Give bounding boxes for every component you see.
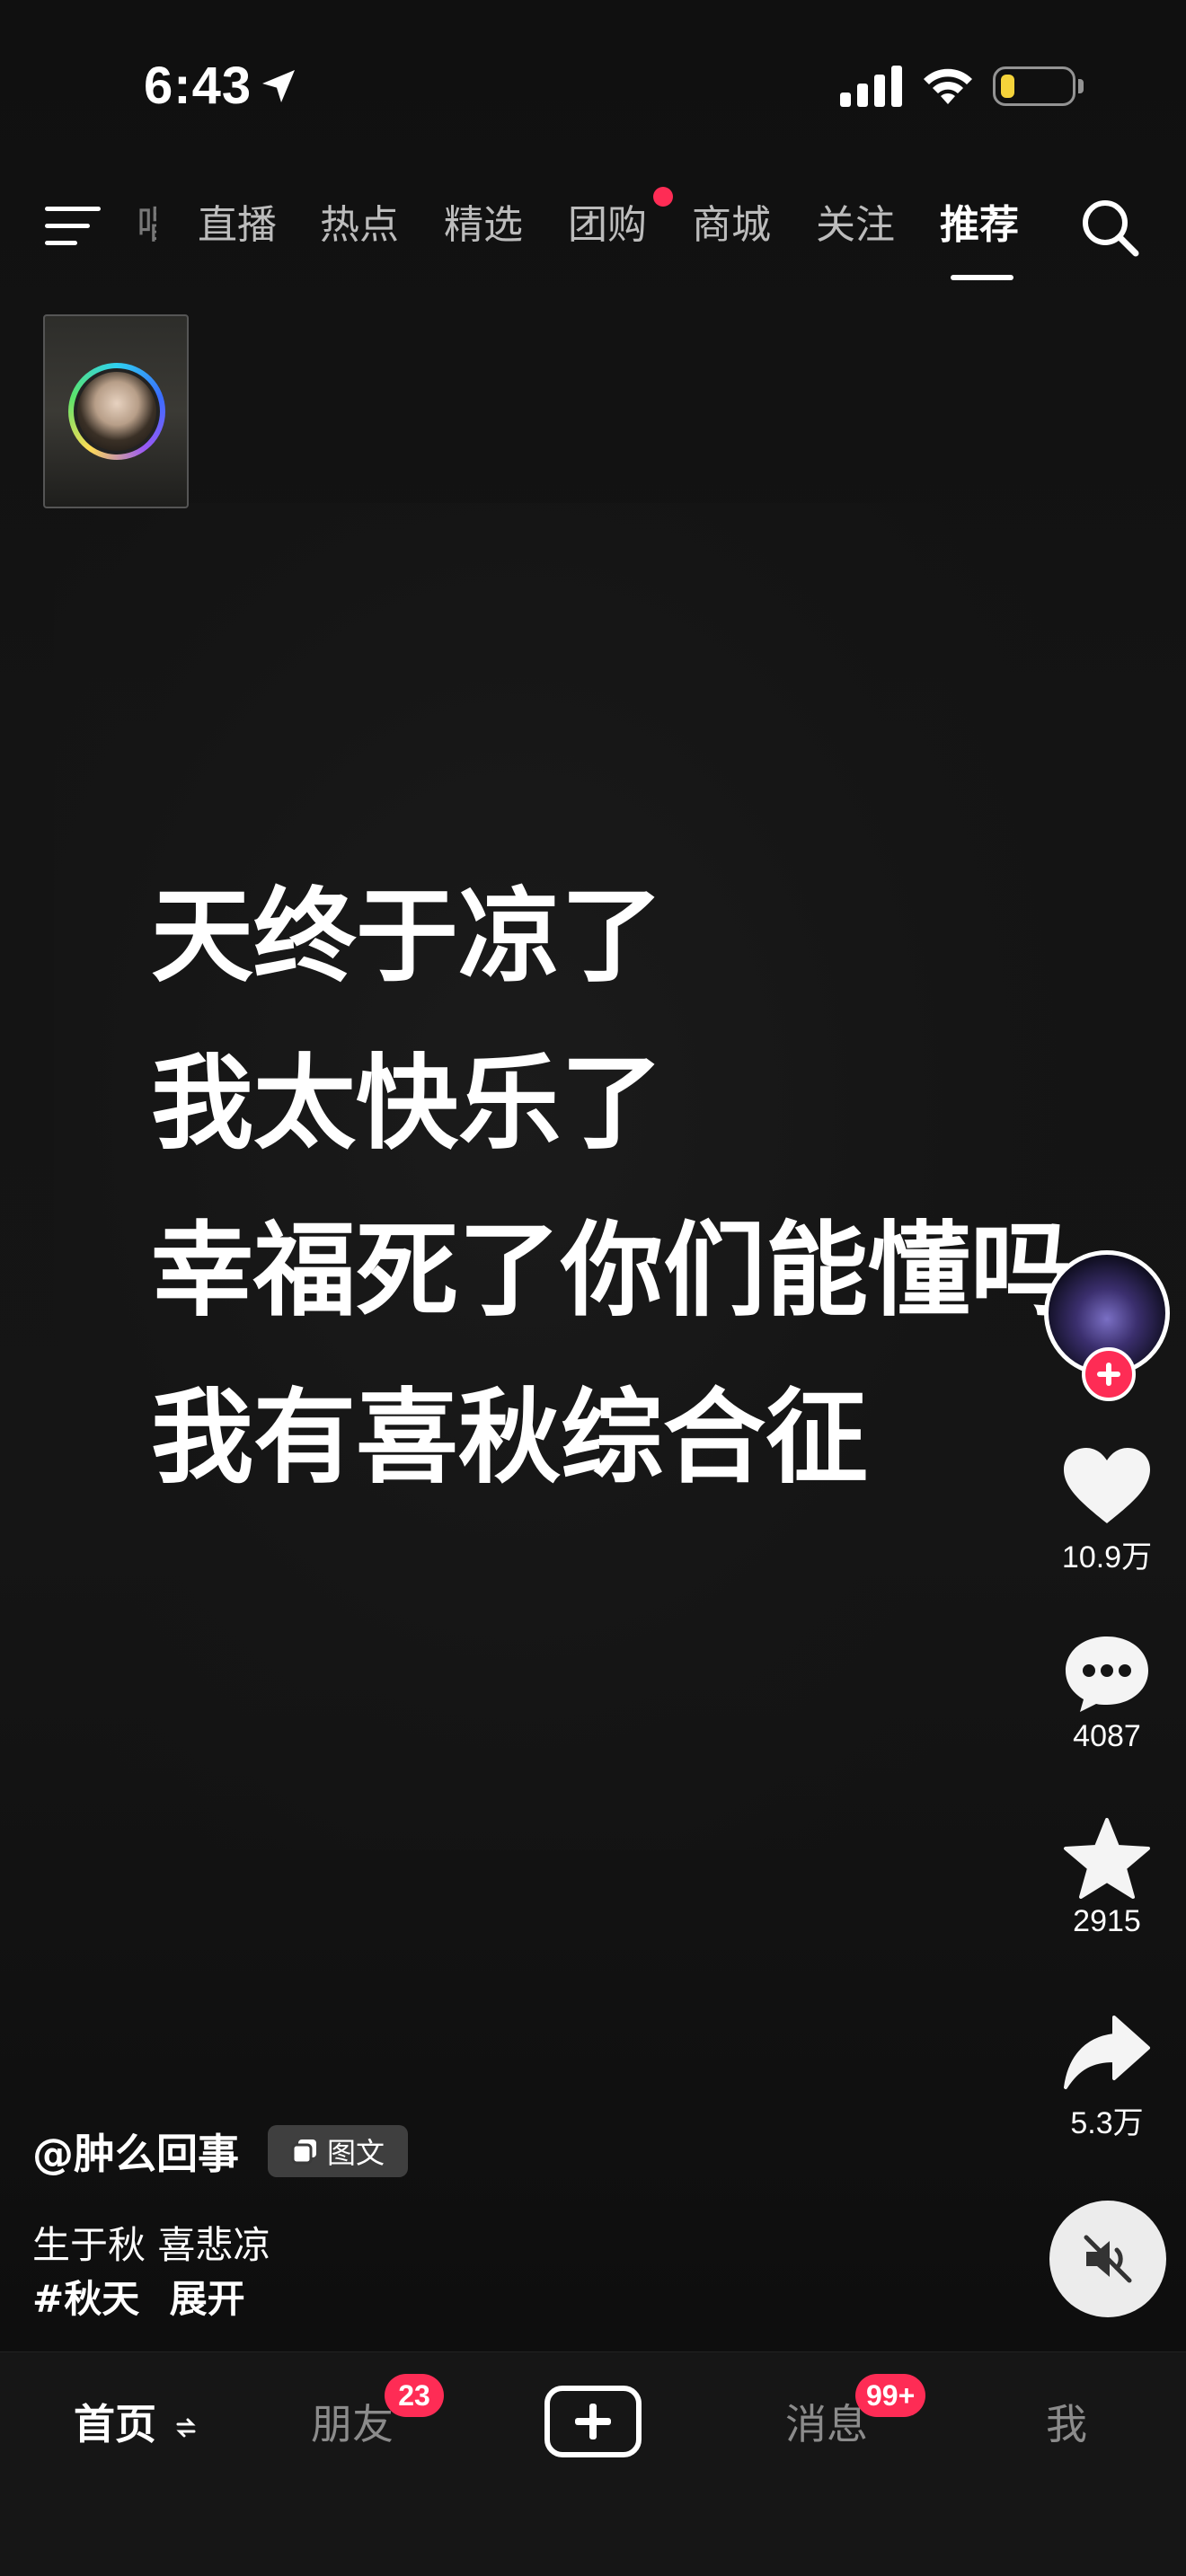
share-button[interactable]: 5.3万 [1042,2012,1172,2142]
search-icon[interactable] [1078,196,1141,259]
post-line: 幸福死了你们能懂吗 [151,1211,1074,1330]
like-button[interactable]: 10.9万 [1042,1446,1172,1576]
like-count: 10.9万 [1061,1540,1153,1575]
gallery-icon [291,2139,316,2165]
active-tab-indicator [951,275,1013,280]
swap-arrows-icon [176,2418,196,2437]
favorite-button[interactable]: 2915 [1042,1818,1172,1939]
comment-button[interactable]: 4087 [1042,1633,1172,1754]
battery-level-fill [1001,75,1014,98]
heart-icon [1064,1448,1150,1523]
wifi-icon [924,68,972,104]
author-name[interactable]: @肿么回事 [32,2122,239,2181]
live-avatar-ring [68,363,165,460]
comment-count: 4087 [1073,1719,1141,1753]
cellular-signal-icon [840,66,902,107]
plus-icon [575,2404,611,2439]
caption-tagline: #秋天 展开 [32,2269,245,2324]
post-type-badge: 图文 [268,2125,408,2177]
tab-partial[interactable]: 唱 [137,194,156,257]
battery-icon [993,66,1075,106]
post-description: 生于秋 喜悲凉 [32,2223,271,2267]
create-button[interactable] [544,2386,642,2457]
nav-me[interactable]: 我 [1046,2392,1087,2451]
plus-icon [1097,1363,1120,1386]
favorite-count: 2915 [1073,1904,1141,1938]
tab-following[interactable]: 关注 [816,194,895,257]
expand-button[interactable]: 展开 [170,2277,245,2321]
tab-live[interactable]: 直播 [198,194,277,257]
location-arrow-icon [262,70,295,102]
post-line: 天终于凉了 [151,877,664,996]
groupbuy-notification-dot [653,187,673,207]
hamburger-menu-icon[interactable] [45,201,104,251]
nav-home-label: 首页 [74,2400,156,2448]
screen: 6:43 唱 直播 热点 精选 团购 商城 关注 推荐 [0,0,1186,2576]
top-tabs: 唱 直播 热点 精选 团购 商城 关注 推荐 [108,194,1042,275]
status-time: 6:43 [144,57,252,115]
tab-groupbuy[interactable]: 团购 [568,194,647,257]
comment-icon [1066,1636,1148,1712]
post-line: 我太快乐了 [151,1044,664,1163]
share-arrow-icon [1064,2016,1150,2089]
tab-hot[interactable]: 热点 [320,194,399,257]
nav-home[interactable]: 首页 [74,2392,196,2451]
star-icon [1064,1818,1150,1899]
live-avatar [74,368,160,454]
speaker-muted-icon [1084,2235,1132,2283]
nav-friends[interactable]: 朋友 [311,2392,394,2451]
post-text: 天终于凉了 我太快乐了 幸福死了你们能懂吗 我有喜秋综合征 [151,853,1073,1522]
tab-featured[interactable]: 精选 [444,194,523,257]
post-type-label: 图文 [326,2136,385,2170]
friends-badge: 23 [385,2374,444,2417]
share-count: 5.3万 [1070,2106,1144,2140]
live-floating-window[interactable] [43,314,189,508]
tab-recommend[interactable]: 推荐 [940,194,1019,257]
battery-cap [1078,79,1084,93]
tab-mall[interactable]: 商城 [692,194,771,257]
hashtag-link[interactable]: #秋天 [32,2277,139,2321]
mute-button[interactable] [1049,2201,1166,2317]
follow-button[interactable] [1082,1347,1136,1401]
messages-badge: 99+ [855,2374,926,2417]
post-line: 我有喜秋综合征 [151,1378,869,1497]
